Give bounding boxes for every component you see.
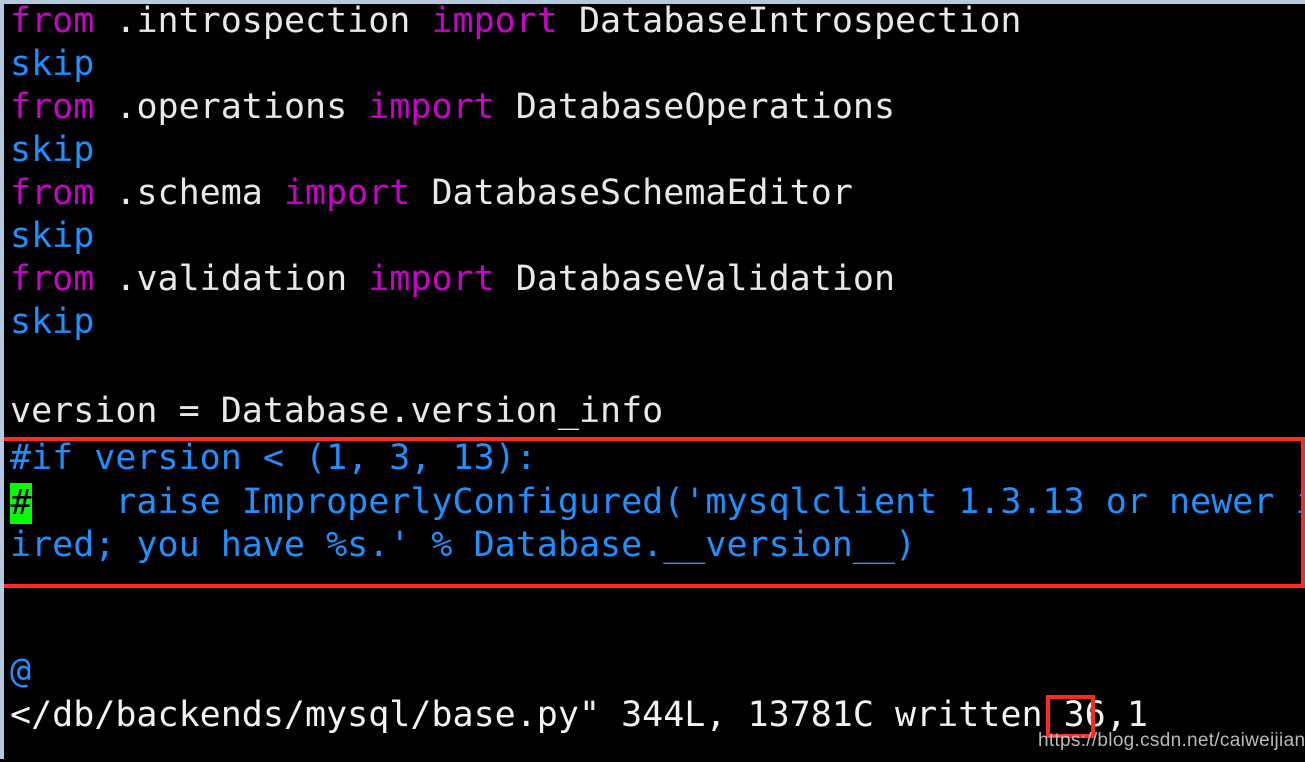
line-blank-1-seg-0: [10, 345, 31, 385]
line-import-operations-seg-0: from: [10, 87, 95, 127]
line-blank-2-seg-0: [10, 595, 31, 635]
line-import-introspection-seg-3: DatabaseIntrospection: [557, 1, 1022, 41]
line-import-validation-seg-4: [895, 259, 1305, 299]
line-commented-if: #if version < (1, 3, 13):: [10, 437, 537, 480]
line-import-validation-seg-0: from: [10, 259, 95, 299]
watermark-url: https://blog.csdn.net/caiweijiancsdn: [1038, 730, 1305, 751]
line-wrap-skip-1-seg-0: skip: [10, 44, 95, 84]
status-file-written-text: </db/backends/mysql/base.py" 344L, 13781…: [10, 695, 1064, 735]
line-import-operations-seg-1: .operations: [94, 87, 369, 127]
line-import-introspection-seg-0: from: [10, 1, 95, 41]
line-wrap-skip-4: skip: [10, 301, 94, 344]
line-commented-raise-seg-1: raise ImproperlyConfigured('mysqlclient …: [31, 482, 1305, 522]
window-frame-top-edge: [0, 0, 1305, 4]
line-wrap-skip-2-seg-0: skip: [10, 130, 95, 170]
line-commented-raise: # raise ImproperlyConfigured('mysqlclien…: [10, 481, 1305, 524]
status-cursor-column: ,1: [1105, 695, 1148, 735]
line-wrap-skip-1: skip: [10, 43, 94, 86]
line-blank-2: [10, 594, 31, 637]
line-import-schema-seg-3: DatabaseSchemaEditor: [410, 173, 853, 213]
line-wrap-skip-4-seg-0: skip: [10, 302, 95, 342]
window-frame-left-edge: [0, 0, 4, 762]
line-import-schema-seg-2: import: [283, 173, 411, 213]
line-import-introspection-seg-1: .introspection: [94, 1, 432, 41]
line-commented-raise-wrap-seg-0: ired; you have %s.' % Database.__version…: [10, 525, 917, 565]
line-import-operations-seg-2: import: [368, 87, 495, 127]
line-import-introspection: from .introspection import DatabaseIntro…: [10, 0, 1305, 43]
line-version-assign-seg-0: version = Database.version_info: [10, 391, 664, 431]
line-import-schema: from .schema import DatabaseSchemaEditor…: [10, 172, 1305, 215]
line-wrap-skip-2: skip: [10, 129, 94, 172]
line-import-operations: from .operations import DatabaseOperatio…: [10, 86, 1305, 129]
status-cursor-line: 36: [1063, 695, 1106, 735]
line-import-schema-seg-0: from: [10, 173, 95, 213]
line-import-introspection-seg-4: [1021, 1, 1305, 41]
line-version-assign: version = Database.version_info: [10, 390, 663, 433]
line-blank-1: [10, 344, 31, 387]
vim-text-buffer[interactable]: from .introspection import DatabaseIntro…: [0, 0, 1305, 762]
line-import-validation-seg-2: import: [368, 259, 495, 299]
vim-cursor-block: #: [10, 483, 32, 524]
line-commented-raise-wrap: ired; you have %s.' % Database.__version…: [10, 524, 916, 567]
line-import-schema-seg-4: [853, 173, 1305, 213]
line-import-operations-seg-3: DatabaseOperations: [494, 87, 896, 127]
line-import-introspection-seg-2: import: [431, 1, 558, 41]
line-import-operations-seg-4: [895, 87, 1305, 127]
line-filler-at-seg-0: @: [10, 651, 32, 691]
line-wrap-skip-3: skip: [10, 215, 94, 258]
vim-status-line: </db/backends/mysql/base.py" 344L, 13781…: [10, 694, 1148, 737]
line-filler-at: @: [10, 650, 31, 693]
line-import-schema-seg-1: .schema: [94, 173, 284, 213]
line-commented-if-seg-0: #if version < (1, 3, 13):: [10, 438, 537, 478]
terminal-window: from .introspection import DatabaseIntro…: [0, 0, 1305, 762]
line-import-validation-seg-1: .validation: [94, 259, 369, 299]
line-import-validation-seg-3: DatabaseValidation: [494, 259, 896, 299]
line-import-validation: from .validation import DatabaseValidati…: [10, 258, 1305, 301]
line-wrap-skip-3-seg-0: skip: [10, 216, 95, 256]
